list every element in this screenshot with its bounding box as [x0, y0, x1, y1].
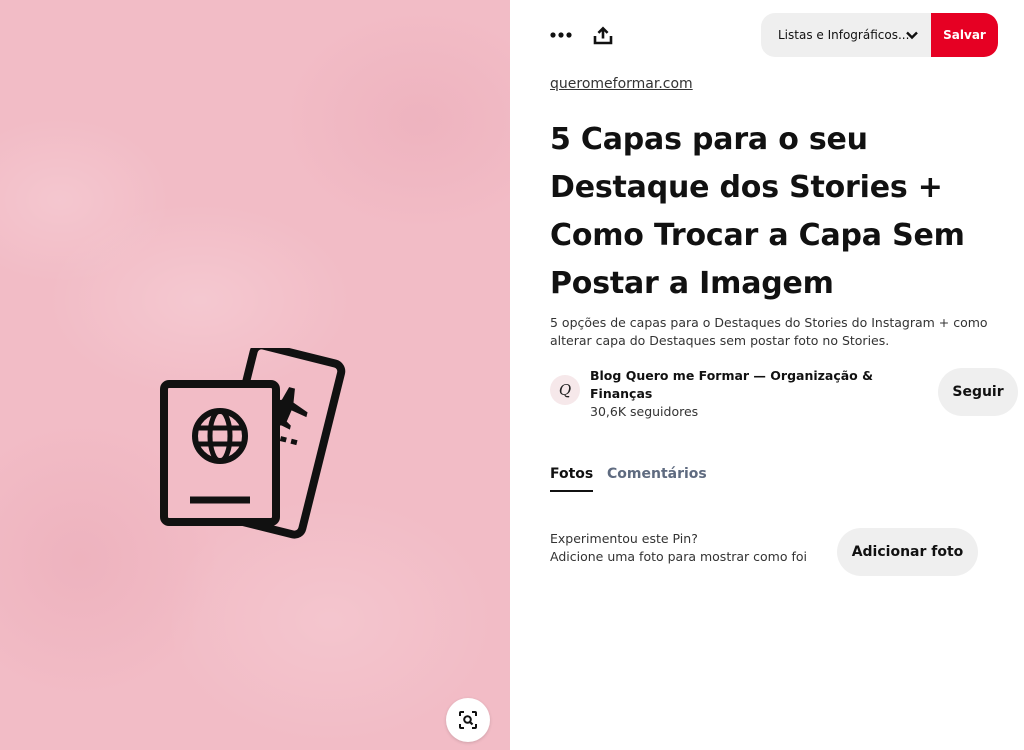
- pin-title: 5 Capas para o seu Destaque dos Stories …: [550, 122, 965, 301]
- source-link[interactable]: queromeformar.com: [550, 76, 693, 92]
- board-select[interactable]: Listas e Infográficos...: [761, 13, 933, 57]
- follow-button[interactable]: Seguir: [938, 368, 1018, 416]
- visual-search-icon: [459, 711, 477, 729]
- pin-description: 5 opções de capas para o Destaques do St…: [550, 315, 988, 348]
- follower-count: 30,6K seguidores: [590, 404, 699, 419]
- more-options-button[interactable]: [544, 18, 578, 52]
- tabs: Fotos Comentários: [550, 466, 850, 496]
- passport-ticket-illustration: [160, 348, 346, 539]
- creator-name[interactable]: Blog Quero me Formar — Organização & Fin…: [590, 367, 880, 403]
- pin-details: Listas e Infográficos... Salvar queromef…: [510, 0, 1024, 750]
- tab-comments[interactable]: Comentários: [607, 466, 707, 490]
- pin-image[interactable]: [0, 0, 510, 750]
- pin-closeup: Listas e Infográficos... Salvar queromef…: [0, 0, 1024, 750]
- pin-toolbar: Listas e Infográficos... Salvar: [510, 0, 1024, 70]
- avatar[interactable]: Q: [550, 375, 580, 405]
- save-button[interactable]: Salvar: [931, 13, 998, 57]
- tried-instruction: Adicione uma foto para mostrar como foi: [550, 549, 807, 564]
- add-photo-button[interactable]: Adicionar foto: [837, 528, 978, 576]
- visual-search-button[interactable]: [446, 698, 490, 742]
- tried-question: Experimentou este Pin?: [550, 531, 698, 546]
- avatar-letter: Q: [558, 381, 572, 399]
- creator-section: Q Blog Quero me Formar — Organização & F…: [550, 365, 1018, 425]
- share-button[interactable]: [586, 18, 620, 52]
- chevron-down-icon: [906, 31, 918, 40]
- more-options-icon: [550, 32, 572, 38]
- board-select-label: Listas e Infográficos...: [778, 28, 910, 42]
- tried-prompt: Experimentou este Pin? Adicione uma foto…: [550, 530, 807, 566]
- share-icon: [593, 26, 613, 45]
- tab-photos[interactable]: Fotos: [550, 466, 594, 492]
